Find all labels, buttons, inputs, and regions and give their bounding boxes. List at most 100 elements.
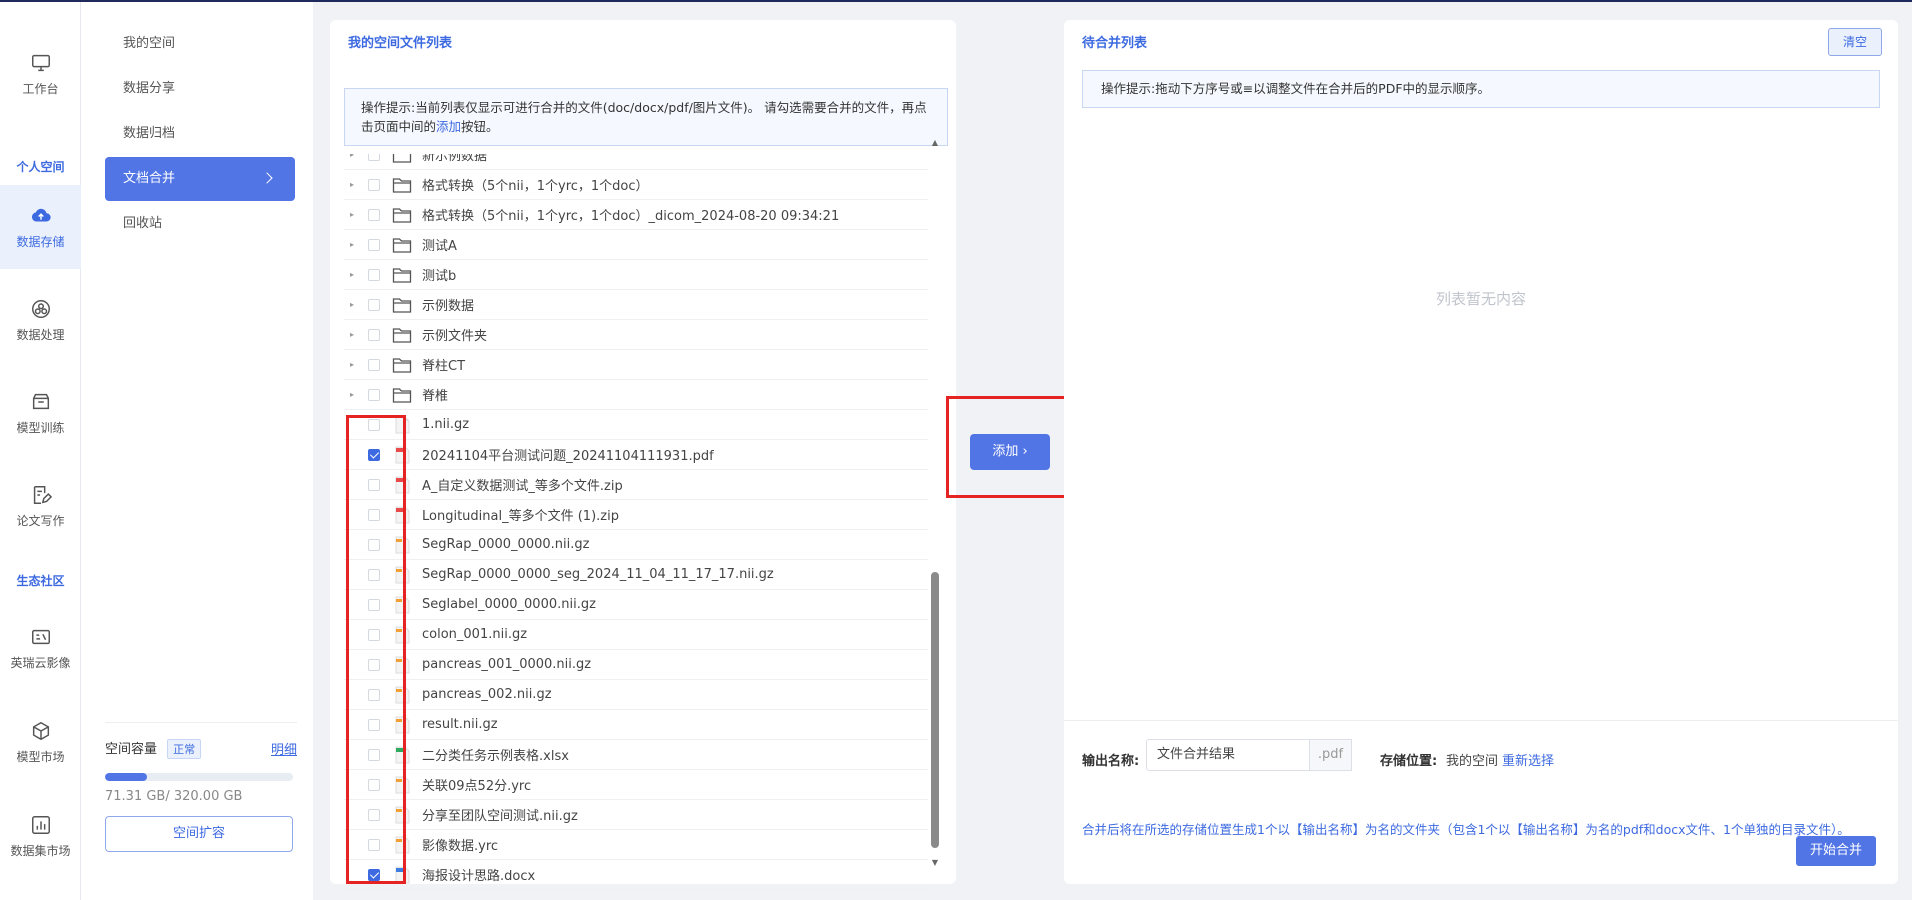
- expand-arrow-icon[interactable]: ▸: [350, 210, 360, 219]
- folder-icon: [392, 356, 412, 374]
- row-name: 示例数据: [422, 299, 475, 314]
- submenu-item-doc-merge[interactable]: 文档合并: [105, 157, 295, 201]
- expand-arrow-icon[interactable]: ▸: [350, 154, 360, 159]
- folder-row[interactable]: ▸ 示例文件夹: [344, 320, 928, 350]
- row-name: pancreas_001_0000.nii.gz: [422, 657, 592, 672]
- row-name: SegRap_0000_0000_seg_2024_11_04_11_17_17…: [422, 567, 774, 582]
- row-name: 脊柱CT: [422, 359, 466, 374]
- output-name-label: 输出名称:: [1082, 754, 1140, 769]
- nav-item-model-training[interactable]: 模型训练: [0, 371, 81, 455]
- folder-row[interactable]: ▸ 新示例数据: [344, 154, 928, 170]
- file-row[interactable]: pancreas_002.nii.gz: [344, 680, 928, 710]
- reselect-location-link[interactable]: 重新选择: [1502, 750, 1554, 769]
- start-merge-button[interactable]: 开始合并: [1796, 836, 1876, 866]
- file-row[interactable]: 关联09点52分.yrc: [344, 770, 928, 800]
- file-row[interactable]: 海报设计思路.docx: [344, 860, 928, 890]
- folder-icon: [392, 154, 412, 164]
- file-row[interactable]: 二分类任务示例表格.xlsx: [344, 740, 928, 770]
- expand-arrow-icon[interactable]: ▸: [350, 270, 360, 279]
- nav-label: 论文写作: [16, 513, 65, 528]
- submenu-item-recycle-bin[interactable]: 回收站: [105, 202, 295, 246]
- file-row[interactable]: A_自定义数据测试_等多个文件.zip: [344, 470, 928, 500]
- output-name-input[interactable]: 文件合并结果: [1146, 739, 1310, 771]
- submenu-item-data-share[interactable]: 数据分享: [105, 67, 295, 111]
- cube-icon: [32, 721, 49, 740]
- nav-item-yingrui-image[interactable]: 英瑞云影像: [0, 606, 81, 690]
- row-name: pancreas_002.nii.gz: [422, 687, 552, 702]
- file-row[interactable]: 分享至团队空间测试.nii.gz: [344, 800, 928, 830]
- row-name: 格式转换（5个nii，1个yrc，1个doc）_dicom_2024-08-20…: [422, 209, 840, 224]
- file-row[interactable]: Seglabel_0000_0000.nii.gz: [344, 590, 928, 620]
- submenu-item-my-space[interactable]: 我的空间: [105, 22, 295, 66]
- row-checkbox[interactable]: [368, 298, 380, 311]
- add-button[interactable]: 添加 ›: [970, 434, 1050, 470]
- nav-item-workbench[interactable]: 工作台: [0, 32, 81, 116]
- row-name: 影像数据.yrc: [422, 839, 499, 854]
- file-row[interactable]: pancreas_001_0000.nii.gz: [344, 650, 928, 680]
- file-row[interactable]: 影像数据.yrc: [344, 830, 928, 860]
- file-list-scrollbar[interactable]: ▲ ▼: [930, 134, 940, 872]
- row-checkbox[interactable]: [368, 238, 380, 251]
- row-checkbox[interactable]: [368, 154, 380, 161]
- file-row[interactable]: SegRap_0000_0000_seg_2024_11_04_11_17_17…: [344, 560, 928, 590]
- expand-storage-button[interactable]: 空间扩容: [105, 816, 293, 852]
- expand-arrow-icon[interactable]: ▸: [350, 180, 360, 189]
- section-community: 生态社区: [16, 574, 65, 588]
- nav-item-paper-writing[interactable]: 论文写作: [0, 464, 81, 548]
- expand-arrow-icon[interactable]: ▸: [350, 240, 360, 249]
- submenu-item-data-archive[interactable]: 数据归档: [105, 112, 295, 156]
- row-name: SegRap_0000_0000.nii.gz: [422, 537, 590, 552]
- file-row[interactable]: colon_001.nii.gz: [344, 620, 928, 650]
- row-name: 示例文件夹: [422, 329, 488, 344]
- row-checkbox[interactable]: [368, 328, 380, 341]
- nav-label: 英瑞云影像: [10, 655, 71, 670]
- row-name: Longitudinal_等多个文件 (1).zip: [422, 509, 619, 524]
- file-row[interactable]: Longitudinal_等多个文件 (1).zip: [344, 500, 928, 530]
- nav-label: 数据处理: [16, 327, 65, 342]
- expand-arrow-icon[interactable]: ▸: [350, 390, 360, 399]
- folder-row[interactable]: ▸ 脊柱CT: [344, 350, 928, 380]
- nav-item-dataset-market[interactable]: 数据集市场: [0, 794, 81, 878]
- expand-arrow-icon[interactable]: ▸: [350, 300, 360, 309]
- nav-item-model-market[interactable]: 模型市场: [0, 700, 81, 784]
- merge-list-panel: 待合并列表 清空 操作提示:拖动下方序号或≡以调整文件在合并后的PDF中的显示顺…: [1064, 20, 1898, 884]
- empty-state: 列表暂无内容: [1435, 290, 1526, 308]
- row-checkbox[interactable]: [368, 178, 380, 191]
- expand-arrow-icon[interactable]: ▸: [350, 330, 360, 339]
- folder-row[interactable]: ▸ 格式转换（5个nii，1个yrc，1个doc）_dicom_2024-08-2…: [344, 200, 928, 230]
- row-name: 关联09点52分.yrc: [422, 779, 532, 794]
- row-name: 分享至团队空间测试.nii.gz: [422, 809, 578, 824]
- scroll-thumb[interactable]: [931, 572, 939, 848]
- clear-button[interactable]: 清空: [1828, 28, 1882, 56]
- row-name: Seglabel_0000_0000.nii.gz: [422, 597, 596, 612]
- folder-row[interactable]: ▸ 测试b: [344, 260, 928, 290]
- file-row[interactable]: result.nii.gz: [344, 710, 928, 740]
- storage-location-label: 存储位置:: [1380, 754, 1438, 769]
- hint-add-link[interactable]: 添加: [436, 119, 461, 134]
- row-name: 脊椎: [422, 389, 449, 404]
- storage-detail-link[interactable]: 明细: [271, 739, 297, 758]
- scroll-up-arrow-icon[interactable]: ▲: [930, 138, 940, 147]
- file-row[interactable]: 1.nii.gz: [344, 410, 928, 440]
- box-icon: [32, 393, 49, 409]
- folder-row[interactable]: ▸ 脊椎: [344, 380, 928, 410]
- monitor-icon: [31, 54, 50, 71]
- section-personal: 个人空间: [16, 160, 65, 174]
- folder-row[interactable]: ▸ 格式转换（5个nii，1个yrc，1个doc）: [344, 170, 928, 200]
- row-checkbox[interactable]: [368, 208, 380, 221]
- file-row[interactable]: SegRap_0000_0000.nii.gz: [344, 530, 928, 560]
- nav-item-data-storage[interactable]: 数据存储: [0, 185, 81, 269]
- status-badge: 正常: [167, 738, 202, 759]
- row-checkbox[interactable]: [368, 358, 380, 371]
- process-icon: [31, 299, 50, 318]
- expand-arrow-icon[interactable]: ▸: [350, 360, 360, 369]
- file-row[interactable]: 20241104平台测试问题_20241104111931.pdf: [344, 440, 928, 470]
- scroll-down-arrow-icon[interactable]: ▼: [930, 858, 940, 867]
- row-checkbox[interactable]: [368, 268, 380, 281]
- nav-item-data-processing[interactable]: 数据处理: [0, 278, 81, 362]
- row-checkbox[interactable]: [368, 388, 380, 401]
- row-name: 1.nii.gz: [422, 417, 470, 432]
- folder-row[interactable]: ▸ 示例数据: [344, 290, 928, 320]
- folder-row[interactable]: ▸ 测试A: [344, 230, 928, 260]
- sub-menu: 我的空间 数据分享 数据归档 文档合并 回收站 空间容量 正常 明细 71.31…: [81, 2, 313, 900]
